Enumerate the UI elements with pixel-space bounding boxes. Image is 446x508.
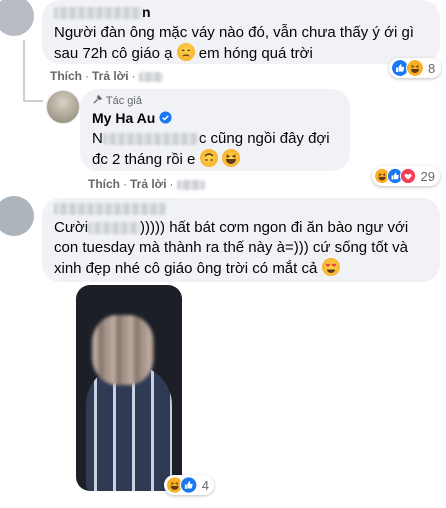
reply-thread-line (23, 40, 25, 102)
reply-author[interactable]: My Ha Au (92, 110, 338, 127)
author-badge: Tác giả (92, 94, 338, 109)
reaction-count: 4 (201, 477, 209, 493)
photo-face-blurred (92, 315, 154, 385)
like-reaction-icon (180, 476, 198, 494)
avatar[interactable] (0, 0, 34, 36)
laughing-emoji-icon (221, 149, 240, 167)
disappointed-emoji-icon (176, 43, 195, 61)
reaction-count: 29 (420, 168, 435, 184)
reply-actions: Thích · Trả lời · (88, 177, 205, 191)
reply-link[interactable]: Trả lời (130, 177, 167, 191)
comment-bubble: Cười))))) hất bát cơm ngon đi ăn bào ngư… (42, 198, 440, 282)
reply-text: Nc cũng ngồi đây đợi đc 2 tháng rồi e (92, 130, 330, 168)
reply-thread-branch (23, 100, 43, 102)
like-link[interactable]: Thích (50, 69, 82, 83)
reaction-summary[interactable]: 4 (164, 475, 214, 495)
reaction-summary[interactable]: 29 (372, 166, 440, 186)
blurred-timestamp (176, 179, 205, 190)
reply-link[interactable]: Trả lời (92, 69, 129, 83)
attached-photo[interactable] (76, 285, 182, 491)
love-reaction-icon (400, 167, 417, 185)
blurred-timestamp (138, 71, 163, 82)
comment-text: Người đàn ông mặc váy nào đó, vẫn chưa t… (54, 24, 414, 62)
comment-author[interactable] (54, 200, 428, 216)
reaction-count: 8 (428, 60, 436, 76)
reply-bubble: Tác giả My Ha Au Nc cũng ngồi đây đợi đc… (80, 89, 350, 171)
comment-actions: Thích · Trả lời · (50, 69, 163, 83)
haha-reaction-icon (406, 59, 424, 77)
comment-author[interactable]: n (54, 4, 428, 21)
like-link[interactable]: Thích (88, 177, 120, 191)
reaction-summary[interactable]: 8 (389, 58, 441, 78)
upside-down-face-emoji-icon (199, 149, 218, 167)
blurred-author-name (54, 202, 166, 215)
blurred-name (88, 222, 141, 235)
comment-bubble: n Người đàn ông mặc váy nào đó, vẫn chưa… (42, 0, 440, 64)
verified-icon (159, 111, 172, 124)
avatar[interactable] (0, 196, 34, 236)
heart-eyes-emoji-icon (321, 258, 340, 276)
author-badge-icon (93, 94, 103, 104)
blurred-name (102, 133, 199, 146)
comment-text: Cười))))) hất bát cơm ngon đi ăn bào ngư… (54, 219, 409, 277)
author-avatar[interactable] (46, 90, 80, 124)
blurred-author-name (54, 7, 142, 20)
